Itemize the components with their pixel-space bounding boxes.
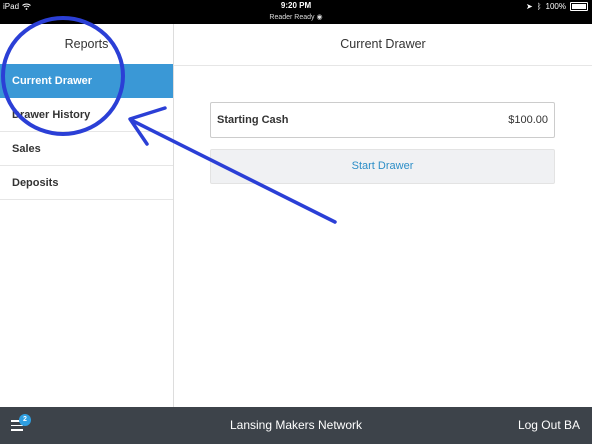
sidebar-item-sales[interactable]: Sales xyxy=(0,132,173,166)
business-name: Lansing Makers Network xyxy=(229,418,363,432)
battery-percent: 100% xyxy=(545,2,566,11)
page-title: Current Drawer xyxy=(174,24,592,66)
location-arrow-icon: ➤ xyxy=(526,2,533,11)
sidebar-nav: Current Drawer Drawer History Sales Depo… xyxy=(0,64,173,200)
sidebar-item-deposits[interactable]: Deposits xyxy=(0,166,173,200)
reader-status: Reader Ready ◉ xyxy=(0,13,592,21)
reader-icon: ◉ xyxy=(316,14,323,21)
sidebar-title: Reports xyxy=(64,37,109,51)
status-right: ➤ ᛒ 100% xyxy=(526,2,588,11)
sidebar: Reports Current Drawer Drawer History Sa… xyxy=(0,24,174,407)
starting-cash-field[interactable]: Starting Cash $100.00 xyxy=(210,102,555,138)
starting-cash-label: Starting Cash xyxy=(217,114,289,126)
sidebar-item-drawer-history[interactable]: Drawer History xyxy=(0,98,173,132)
logout-button[interactable]: Log Out BA xyxy=(518,407,580,444)
status-bar: iPad 9:20 PM Reader Ready ◉ ➤ ᛒ 100% xyxy=(0,0,592,24)
starting-cash-value: $100.00 xyxy=(508,114,548,126)
battery-icon xyxy=(570,2,588,11)
reader-status-text: Reader Ready xyxy=(269,14,315,21)
footer-bar: 2 Lansing Makers Network Log Out BA xyxy=(0,407,592,444)
start-drawer-button[interactable]: Start Drawer xyxy=(210,149,555,184)
sidebar-item-current-drawer[interactable]: Current Drawer xyxy=(0,64,173,98)
status-time: 9:20 PM xyxy=(280,1,312,10)
bluetooth-icon: ᛒ xyxy=(536,2,542,11)
main-panel: Current Drawer Starting Cash $100.00 Sta… xyxy=(174,24,592,407)
